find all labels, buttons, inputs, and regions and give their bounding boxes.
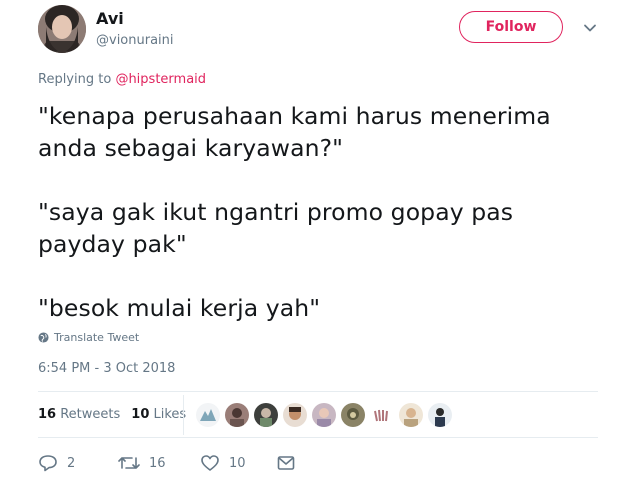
reply-button[interactable]: 2: [38, 454, 100, 472]
tweet-stats: 16 Retweets 10 Likes: [38, 392, 197, 437]
liker-avatar[interactable]: [196, 403, 220, 427]
retweet-icon: [118, 457, 140, 469]
divider: [38, 437, 598, 438]
display-name[interactable]: Avi: [96, 9, 124, 28]
direct-message-button[interactable]: [276, 454, 296, 472]
liker-avatar[interactable]: [341, 403, 365, 427]
likes-stat[interactable]: 10 Likes: [131, 407, 186, 422]
liker-avatars: [196, 403, 452, 427]
tweet-line: "besok mulai kerja yah": [38, 294, 321, 322]
liker-avatar[interactable]: [312, 403, 336, 427]
like-button[interactable]: 10: [200, 454, 276, 472]
stats-divider: [183, 395, 184, 435]
like-count: 10: [229, 455, 246, 471]
translate-tweet-button[interactable]: Translate Tweet: [38, 331, 139, 344]
tweet-line: payday pak": [38, 230, 187, 258]
tweet-text: "kenapa perusahaan kami harus menerima a…: [38, 100, 618, 324]
tweet-line: "saya gak ikut ngantri promo gopay pas: [38, 198, 514, 226]
retweet-button[interactable]: 16: [118, 454, 192, 472]
replying-to-label: Replying to: [38, 72, 112, 87]
retweets-label: Retweets: [60, 407, 121, 422]
liker-avatar[interactable]: [399, 403, 423, 427]
avatar-image: [38, 5, 86, 53]
retweet-count: 16: [149, 455, 166, 471]
replying-to: Replying to @hipstermaid: [38, 72, 206, 87]
retweets-stat[interactable]: 16 Retweets: [38, 407, 120, 422]
follow-button[interactable]: Follow: [459, 11, 563, 43]
liker-avatar[interactable]: [370, 403, 394, 427]
tweet-line: anda sebagai karyawan?": [38, 134, 344, 162]
liker-avatar[interactable]: [225, 403, 249, 427]
liker-avatar[interactable]: [428, 403, 452, 427]
user-handle[interactable]: @vionuraini: [96, 33, 174, 48]
translate-label: Translate Tweet: [54, 331, 140, 344]
liker-avatar[interactable]: [283, 403, 307, 427]
reply-icon: [39, 455, 57, 472]
likes-count: 10: [131, 407, 150, 422]
globe-icon: [38, 332, 49, 343]
heart-icon: [201, 455, 219, 471]
likes-label: Likes: [153, 407, 187, 422]
chevron-down-icon[interactable]: [582, 20, 598, 36]
liker-avatar[interactable]: [254, 403, 278, 427]
avatar[interactable]: [38, 5, 86, 53]
tweet-actions: 2 16 10: [38, 450, 296, 476]
tweet-timestamp[interactable]: 6:54 PM - 3 Oct 2018: [38, 361, 175, 376]
tweet-line: "kenapa perusahaan kami harus menerima: [38, 102, 551, 130]
retweets-count: 16: [38, 407, 57, 422]
reply-to-link[interactable]: @hipstermaid: [115, 72, 206, 87]
reply-count: 2: [67, 455, 76, 471]
mail-icon: [277, 456, 295, 470]
